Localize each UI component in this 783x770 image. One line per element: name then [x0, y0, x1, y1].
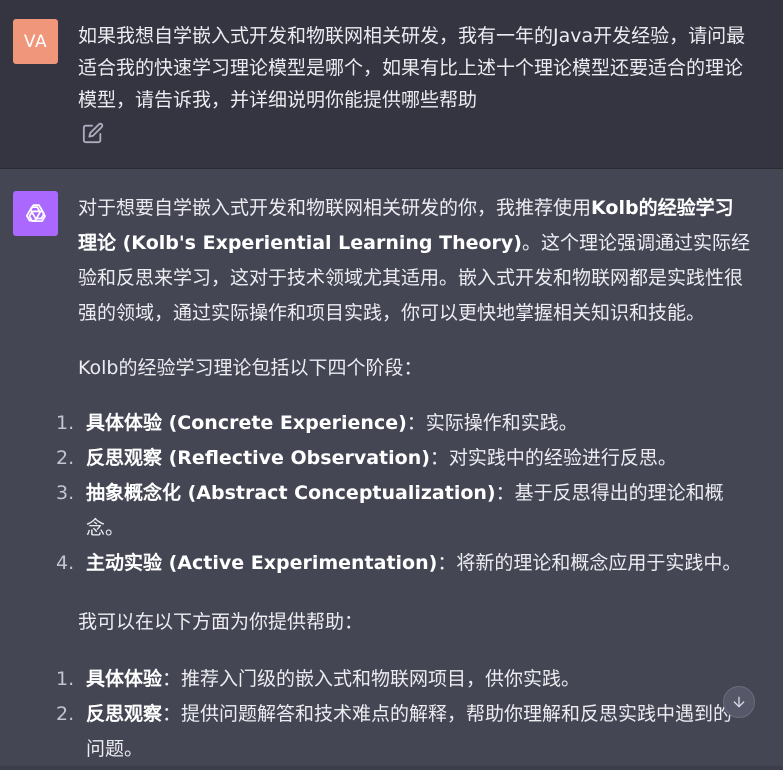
list-item-title: 具体体验 [86, 668, 163, 690]
help-list: 1. 具体体验：推荐入门级的嵌入式和物联网项目，供你实践。 2. 反思观察：提供问题… [56, 662, 750, 767]
stages-heading: Kolb的经验学习理论包括以下四个阶段： [78, 357, 423, 379]
list-item: 1. 具体体验 (Concrete Experience)：实际操作和实践。 [56, 406, 750, 441]
list-number: 1. [56, 412, 75, 434]
edit-icon[interactable] [82, 122, 104, 144]
assistant-message-content: 对于想要自学嵌入式开发和物联网相关研发的你，我推荐使用Kolb的经验学习理论 (… [56, 191, 750, 770]
list-item-text: ：对实践中的经验进行反思。 [429, 447, 677, 469]
list-item-title: 反思观察 (Reflective Observation) [86, 447, 430, 469]
list-number: 2. [56, 447, 75, 469]
user-avatar-text: VA [23, 31, 48, 52]
list-number: 3. [56, 482, 75, 504]
stages-list: 1. 具体体验 (Concrete Experience)：实际操作和实践。 2.… [56, 406, 750, 581]
intro-paragraph: 对于想要自学嵌入式开发和物联网相关研发的你，我推荐使用Kolb的经验学习理论 (… [78, 191, 750, 331]
list-item: 4. 主动实验 (Active Experimentation)：将新的理论和概念… [56, 546, 750, 581]
user-avatar: VA [13, 19, 58, 64]
intro-prefix: 对于想要自学嵌入式开发和物联网相关研发的你，我推荐使用 [78, 197, 592, 219]
list-item: 1. 具体体验：推荐入门级的嵌入式和物联网项目，供你实践。 [56, 662, 750, 697]
list-number: 2. [56, 703, 75, 725]
list-item-text: ：提供问题解答和技术难点的解释，帮助你理解和反思实践中遇到的问题。 [86, 703, 733, 760]
list-item-text: ：推荐入门级的嵌入式和物联网项目，供你实践。 [162, 668, 581, 690]
user-message-text: 如果我想自学嵌入式开发和物联网相关研发，我有一年的Java开发经验，请问最适合我… [78, 25, 746, 111]
list-item-title: 反思观察 [86, 703, 163, 725]
list-number: 4. [56, 552, 75, 574]
arrow-down-icon [733, 696, 745, 708]
list-number: 1. [56, 668, 75, 690]
user-message-block: VA 如果我想自学嵌入式开发和物联网相关研发，我有一年的Java开发经验，请问最… [0, 0, 783, 169]
help-heading: 我可以在以下方面为你提供帮助： [78, 611, 364, 633]
list-item-title: 具体体验 (Concrete Experience) [86, 412, 407, 434]
list-item: 2. 反思观察 (Reflective Observation)：对实践中的经验进… [56, 441, 750, 476]
list-item-title: 主动实验 (Active Experimentation) [86, 552, 438, 574]
scroll-to-bottom-button[interactable] [723, 686, 755, 718]
assistant-message-block: 对于想要自学嵌入式开发和物联网相关研发的你，我推荐使用Kolb的经验学习理论 (… [0, 169, 783, 770]
bottom-divider [0, 766, 783, 770]
list-item: 2. 反思观察：提供问题解答和技术难点的解释，帮助你理解和反思实践中遇到的问题。 [56, 697, 750, 767]
list-item-title: 抽象概念化 (Abstract Conceptualization) [86, 482, 496, 504]
list-item-text: ：将新的理论和概念应用于实践中。 [437, 552, 742, 574]
list-item-text: ：实际操作和实践。 [406, 412, 578, 434]
openai-logo-icon [13, 191, 58, 236]
list-item: 3. 抽象概念化 (Abstract Conceptualization)：基于反… [56, 476, 750, 546]
